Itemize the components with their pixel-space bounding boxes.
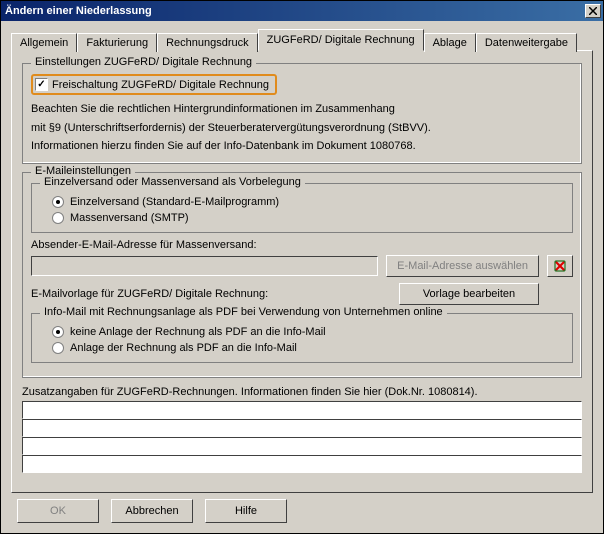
radio-no-attach-label: keine Anlage der Rechnung als PDF an die… [70,326,326,338]
radio-mass-indicator [52,212,64,224]
infomail-group: Info-Mail mit Rechnungsanlage als PDF be… [31,313,573,363]
sender-label: Absender-E-Mail-Adresse für Massenversan… [31,239,573,251]
tab-ablage[interactable]: Ablage [424,33,476,52]
tab-zugferd[interactable]: ZUGFeRD/ Digitale Rechnung [258,29,424,51]
extra-input-4[interactable] [22,455,582,473]
template-row: E-Mailvorlage für ZUGFeRD/ Digitale Rech… [31,283,573,305]
edit-template-button[interactable]: Vorlage bearbeiten [399,283,539,305]
clear-email-button[interactable] [547,255,573,277]
extra-input-1[interactable] [22,401,582,419]
send-mode-title: Einzelversand oder Massenversand als Vor… [40,176,305,188]
extra-inputs [22,401,582,473]
info-line-1: Beachten Sie die rechtlichen Hintergrund… [31,101,573,118]
info-line-3: Informationen hierzu finden Sie auf der … [31,138,573,155]
radio-single-send[interactable]: Einzelversand (Standard-E-Mailprogramm) [40,194,564,210]
template-label: E-Mailvorlage für ZUGFeRD/ Digitale Rech… [31,288,268,300]
close-button[interactable] [585,4,601,18]
radio-mass-send[interactable]: Massenversand (SMTP) [40,210,564,226]
extra-input-3[interactable] [22,437,582,455]
radio-attach-label: Anlage der Rechnung als PDF an die Info-… [70,342,297,354]
tab-strip: Allgemein Fakturierung Rechnungsdruck ZU… [11,29,593,51]
window-title: Ändern einer Niederlassung [5,5,152,17]
radio-no-attach[interactable]: keine Anlage der Rechnung als PDF an die… [40,324,564,340]
settings-group: Einstellungen ZUGFeRD/ Digitale Rechnung… [22,63,582,164]
tab-allgemein[interactable]: Allgemein [11,33,77,52]
extra-label: Zusatzangaben für ZUGFeRD-Rechnungen. In… [22,386,582,398]
send-mode-group: Einzelversand oder Massenversand als Vor… [31,183,573,233]
ok-button: OK [17,499,99,523]
activation-highlight: Freischaltung ZUGFeRD/ Digitale Rechnung [31,74,277,95]
titlebar: Ändern einer Niederlassung [1,1,603,21]
cancel-button[interactable]: Abbrechen [111,499,193,523]
settings-group-title: Einstellungen ZUGFeRD/ Digitale Rechnung [31,56,256,68]
activation-label: Freischaltung ZUGFeRD/ Digitale Rechnung [52,79,269,91]
tab-panel: Einstellungen ZUGFeRD/ Digitale Rechnung… [11,50,593,493]
email-group: E-Maileinstellungen Einzelversand oder M… [22,172,582,378]
info-line-2: mit §9 (Unterschriftserfordernis) der St… [31,120,573,137]
radio-attach-indicator [52,342,64,354]
tab-fakturierung[interactable]: Fakturierung [77,33,157,52]
extra-input-2[interactable] [22,419,582,437]
button-bar: OK Abbrechen Hilfe [11,493,593,523]
radio-attach[interactable]: Anlage der Rechnung als PDF an die Info-… [40,340,564,356]
sender-email-input [31,256,378,276]
help-button[interactable]: Hilfe [205,499,287,523]
clear-icon [553,259,567,273]
client-area: Allgemein Fakturierung Rechnungsdruck ZU… [1,21,603,533]
sender-row: E-Mail-Adresse auswählen [31,255,573,277]
activation-checkbox[interactable] [35,78,48,91]
radio-no-attach-indicator [52,326,64,338]
dialog-window: Ändern einer Niederlassung Allgemein Fak… [0,0,604,534]
select-email-button: E-Mail-Adresse auswählen [386,255,539,277]
infomail-title: Info-Mail mit Rechnungsanlage als PDF be… [40,306,447,318]
radio-single-indicator [52,196,64,208]
tab-datenweitergabe[interactable]: Datenweitergabe [476,33,577,52]
radio-single-label: Einzelversand (Standard-E-Mailprogramm) [70,196,279,208]
radio-mass-label: Massenversand (SMTP) [70,212,189,224]
tab-rechnungsdruck[interactable]: Rechnungsdruck [157,33,258,52]
